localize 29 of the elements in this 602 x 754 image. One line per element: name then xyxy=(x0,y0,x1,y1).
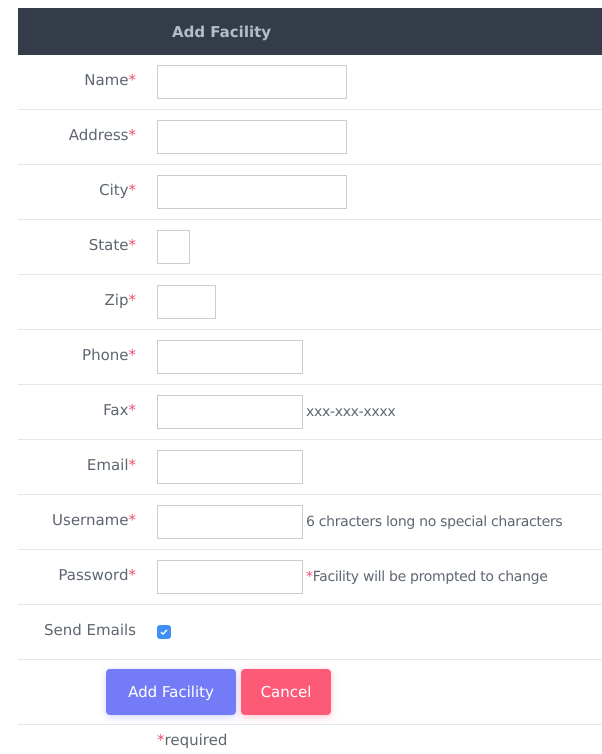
field-label: State* xyxy=(88,236,136,254)
input-field[interactable] xyxy=(157,65,347,99)
input-field[interactable] xyxy=(157,230,190,264)
input-field[interactable] xyxy=(157,120,347,154)
input-field[interactable] xyxy=(157,340,303,374)
field-hint: 6 chracters long no special characters xyxy=(306,514,562,530)
field-label: Send Emails xyxy=(43,621,136,639)
input-field[interactable] xyxy=(157,450,303,484)
field-label: Fax* xyxy=(102,401,136,419)
field-label: Name* xyxy=(83,71,136,89)
field-label: Email* xyxy=(86,456,136,474)
field-label: Phone* xyxy=(81,346,136,364)
field-label: Password* xyxy=(57,566,136,584)
field-label: Zip* xyxy=(104,291,136,309)
input-field[interactable] xyxy=(157,175,347,209)
input-field[interactable] xyxy=(157,285,216,319)
input-field[interactable] xyxy=(157,560,303,594)
field-hint: *Facility will be prompted to change xyxy=(306,569,548,585)
input-field[interactable] xyxy=(157,395,303,429)
field-label: Address* xyxy=(68,126,136,144)
cancel-button[interactable]: Cancel xyxy=(241,669,331,715)
field-label: City* xyxy=(98,181,136,199)
required-note: *required xyxy=(157,731,228,749)
checkbox[interactable] xyxy=(157,625,171,639)
field-hint: xxx-xxx-xxxx xyxy=(306,404,396,420)
input-field[interactable] xyxy=(157,505,303,539)
submit-button[interactable]: Add Facility xyxy=(106,669,236,715)
field-label: Username* xyxy=(51,511,136,529)
form-title: Add Facility xyxy=(172,22,272,40)
